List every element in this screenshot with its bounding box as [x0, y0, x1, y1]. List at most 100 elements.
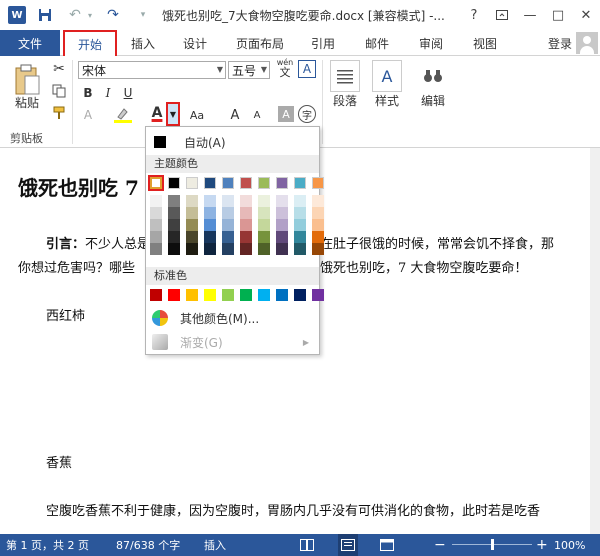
standard-color-swatch[interactable] — [240, 289, 252, 301]
theme-color-swatch[interactable] — [312, 177, 324, 189]
shade-swatch[interactable] — [258, 195, 270, 207]
standard-color-swatch[interactable] — [150, 289, 162, 301]
shrink-font-button[interactable]: A — [248, 106, 266, 124]
standard-color-swatch[interactable] — [204, 289, 216, 301]
shade-swatch[interactable] — [276, 243, 288, 255]
shade-swatch[interactable] — [240, 195, 252, 207]
shade-swatch[interactable] — [312, 195, 324, 207]
shade-swatch[interactable] — [222, 195, 234, 207]
shade-swatch[interactable] — [276, 195, 288, 207]
char-shading-button[interactable]: A — [278, 106, 294, 122]
standard-color-swatch[interactable] — [186, 289, 198, 301]
paragraph-icon[interactable] — [330, 60, 360, 92]
tab-references[interactable]: 引用 — [302, 30, 344, 56]
restore-button[interactable]: □ — [544, 0, 572, 30]
copy-icon[interactable] — [50, 82, 68, 100]
ribbon-display-icon[interactable] — [488, 0, 516, 30]
shade-swatch[interactable] — [150, 207, 162, 219]
close-button[interactable]: ✕ — [572, 0, 600, 30]
shade-swatch[interactable] — [186, 243, 198, 255]
text-effects-icon[interactable]: A — [80, 106, 96, 124]
read-mode-icon[interactable] — [300, 534, 314, 556]
shade-swatch[interactable] — [186, 219, 198, 231]
shade-swatch[interactable] — [186, 207, 198, 219]
font-color-button[interactable]: A — [148, 102, 166, 124]
shade-swatch[interactable] — [168, 243, 180, 255]
theme-color-swatch[interactable] — [148, 175, 164, 191]
shade-swatch[interactable] — [168, 231, 180, 243]
paste-label[interactable]: 粘贴 — [10, 94, 44, 110]
shade-swatch[interactable] — [222, 243, 234, 255]
shade-swatch[interactable] — [258, 219, 270, 231]
shade-swatch[interactable] — [312, 231, 324, 243]
shade-swatch[interactable] — [294, 219, 306, 231]
shade-swatch[interactable] — [222, 231, 234, 243]
theme-color-swatch[interactable] — [276, 177, 288, 189]
binoculars-icon[interactable] — [418, 60, 448, 92]
shade-swatch[interactable] — [186, 195, 198, 207]
shade-swatch[interactable] — [258, 207, 270, 219]
shade-swatch[interactable] — [168, 195, 180, 207]
web-layout-icon[interactable] — [380, 534, 394, 556]
cut-icon[interactable]: ✂ — [50, 60, 68, 78]
standard-color-swatch[interactable] — [258, 289, 270, 301]
shade-swatch[interactable] — [204, 219, 216, 231]
zoom-in-button[interactable]: + — [536, 534, 548, 556]
theme-color-swatch[interactable] — [168, 177, 180, 189]
shade-swatch[interactable] — [276, 207, 288, 219]
highlight-color-icon[interactable] — [112, 106, 134, 124]
phonetic-guide-button[interactable]: wén 文 — [274, 58, 296, 80]
shade-swatch[interactable] — [258, 243, 270, 255]
undo-dropdown-icon[interactable]: ▾ — [86, 4, 94, 26]
standard-color-swatch[interactable] — [222, 289, 234, 301]
shade-swatch[interactable] — [204, 243, 216, 255]
tab-file[interactable]: 文件 — [0, 30, 60, 56]
shade-swatch[interactable] — [240, 231, 252, 243]
shade-swatch[interactable] — [186, 231, 198, 243]
shade-swatch[interactable] — [222, 219, 234, 231]
page-count[interactable]: 第 1 页，共 2 页 — [6, 534, 89, 556]
shade-swatch[interactable] — [150, 243, 162, 255]
tab-mailings[interactable]: 邮件 — [356, 30, 398, 56]
theme-color-swatch[interactable] — [258, 177, 270, 189]
word-count[interactable]: 87/638 个字 — [116, 534, 180, 556]
tab-insert[interactable]: 插入 — [122, 30, 164, 56]
help-button[interactable]: ? — [460, 0, 488, 30]
shade-swatch[interactable] — [258, 231, 270, 243]
tab-layout[interactable]: 页面布局 — [228, 30, 292, 56]
change-case-button[interactable]: Aa — [184, 106, 210, 124]
italic-button[interactable]: I — [100, 84, 116, 102]
redo-icon[interactable]: ↷ — [102, 4, 124, 26]
shade-swatch[interactable] — [222, 207, 234, 219]
underline-button[interactable]: U — [120, 84, 136, 102]
shade-swatch[interactable] — [168, 219, 180, 231]
tab-view[interactable]: 视图 — [464, 30, 506, 56]
shade-swatch[interactable] — [312, 207, 324, 219]
shade-swatch[interactable] — [294, 195, 306, 207]
shade-swatch[interactable] — [204, 195, 216, 207]
format-painter-icon[interactable] — [50, 104, 68, 122]
shade-swatch[interactable] — [312, 219, 324, 231]
enclose-char-button[interactable]: 字 — [298, 105, 316, 123]
standard-color-swatch[interactable] — [276, 289, 288, 301]
theme-color-swatch[interactable] — [186, 177, 198, 189]
theme-color-swatch[interactable] — [222, 177, 234, 189]
styles-button[interactable]: 样式 — [368, 92, 406, 108]
shade-swatch[interactable] — [150, 195, 162, 207]
gradient-option[interactable]: 渐变(G) ▶ — [146, 331, 319, 353]
paragraph-button[interactable]: 段落 — [326, 92, 364, 108]
font-size-select[interactable]: 五号 ▼ — [228, 61, 270, 79]
shade-swatch[interactable] — [240, 207, 252, 219]
editing-button[interactable]: 编辑 — [414, 92, 452, 108]
paste-icon[interactable] — [10, 60, 44, 98]
shade-swatch[interactable] — [240, 243, 252, 255]
theme-color-swatch[interactable] — [204, 177, 216, 189]
zoom-level[interactable]: 100% — [554, 534, 585, 556]
shade-swatch[interactable] — [312, 243, 324, 255]
insert-mode[interactable]: 插入 — [204, 534, 226, 556]
more-colors-option[interactable]: 其他颜色(M)... — [146, 307, 319, 329]
zoom-out-button[interactable]: − — [434, 534, 446, 556]
grow-font-button[interactable]: A — [226, 106, 244, 124]
shade-swatch[interactable] — [168, 207, 180, 219]
zoom-slider-thumb[interactable] — [491, 539, 494, 550]
